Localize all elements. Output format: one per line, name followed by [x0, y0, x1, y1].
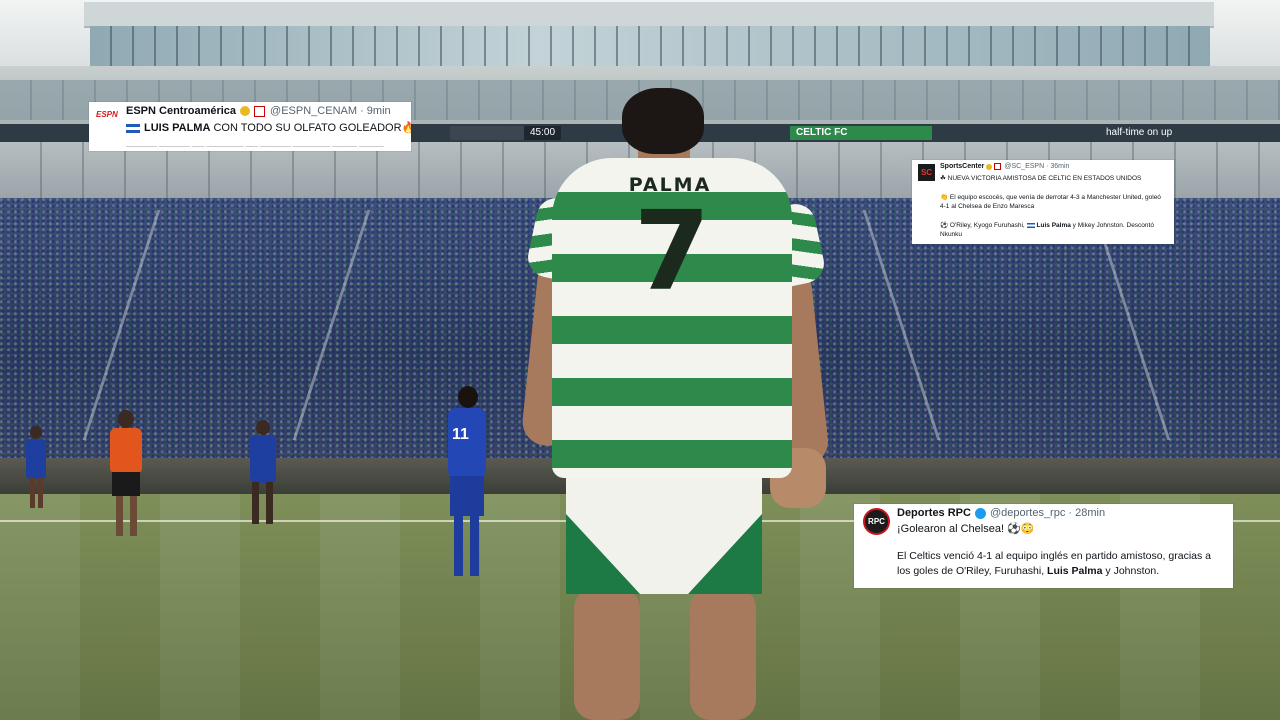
tweet-text: LUIS PALMA CON TODO SU OLFATO GOLEADOR🔥: [126, 121, 411, 134]
fire-emoji: 🔥: [401, 122, 411, 134]
tweet-text-line: 👏 El equipo escocés, que venía de derrot…: [940, 194, 1161, 210]
honduras-flag-icon: [1026, 222, 1035, 228]
sportscenter-logo: SC: [918, 164, 935, 181]
account-handle[interactable]: @deportes_rpc · 28min: [990, 507, 1105, 519]
rpc-logo: RPC: [863, 508, 890, 535]
affiliate-badge-icon: [254, 105, 266, 117]
verified-badge-icon: [974, 507, 986, 519]
tweet-text-line: ☘ NUEVA VICTORIA AMISTOSA DE CELTIC EN E…: [940, 175, 1142, 182]
referee: [106, 410, 146, 540]
verified-badge-icon: [986, 163, 993, 170]
background-player: [244, 420, 284, 526]
main-player: PALMA 7: [520, 88, 831, 720]
account-name[interactable]: Deportes RPC: [897, 507, 971, 519]
tweet-text-line: ¡Golearon al Chelsea! ⚽😳: [897, 523, 1035, 535]
tweet-header: ESPN Centroamérica @ESPN_CENAM · 9min: [126, 105, 391, 117]
truncated-text: ▔▔▔▔▔ ▔▔▔▔▔ ▔▔ ▔▔▔▔▔▔ ▔▔ ▔▔▔▔▔ ▔▔▔▔▔▔ ▔▔…: [126, 146, 384, 151]
affiliate-badge-icon: [994, 163, 1002, 170]
stadium-roof: [84, 2, 1214, 28]
tweet-header: Deportes RPC @deportes_rpc · 28min: [897, 507, 1105, 519]
chelsea-player-11: 11: [444, 386, 490, 582]
tweet-espn[interactable]: ESPN ESPN Centroamérica @ESPN_CENAM · 9m…: [89, 102, 411, 151]
background-player: [24, 426, 48, 510]
player-head: [622, 88, 704, 154]
account-name[interactable]: ESPN Centroamérica: [126, 105, 236, 117]
verified-badge-icon: [240, 106, 251, 116]
tweet-text-line: ⚽ O'Riley, Kyogo Furuhashi, Luis Palma y…: [940, 222, 1154, 238]
ribbon-halftime: half-time on up: [1100, 126, 1179, 140]
jersey-number: 7: [633, 187, 711, 315]
tweet-header: SportsCenter @SC_ESPN · 36min: [940, 163, 1069, 170]
press-box: [90, 26, 1210, 66]
tweet-sportscenter[interactable]: SC SportsCenter @SC_ESPN · 36min ☘ NUEVA…: [912, 160, 1174, 244]
tweet-text-line: El Celtics venció 4-1 al equipo inglés e…: [897, 550, 1212, 577]
account-handle[interactable]: @ESPN_CENAM · 9min: [270, 105, 391, 117]
account-handle[interactable]: @SC_ESPN · 36min: [1004, 163, 1069, 170]
tweet-deportes-rpc[interactable]: RPC Deportes RPC @deportes_rpc · 28min ¡…: [854, 504, 1233, 588]
espn-logo: ESPN: [96, 110, 118, 119]
honduras-flag-icon: [126, 123, 140, 133]
shorts: [566, 460, 762, 594]
ribbon-segment: [450, 126, 532, 140]
account-name[interactable]: SportsCenter: [940, 163, 984, 170]
